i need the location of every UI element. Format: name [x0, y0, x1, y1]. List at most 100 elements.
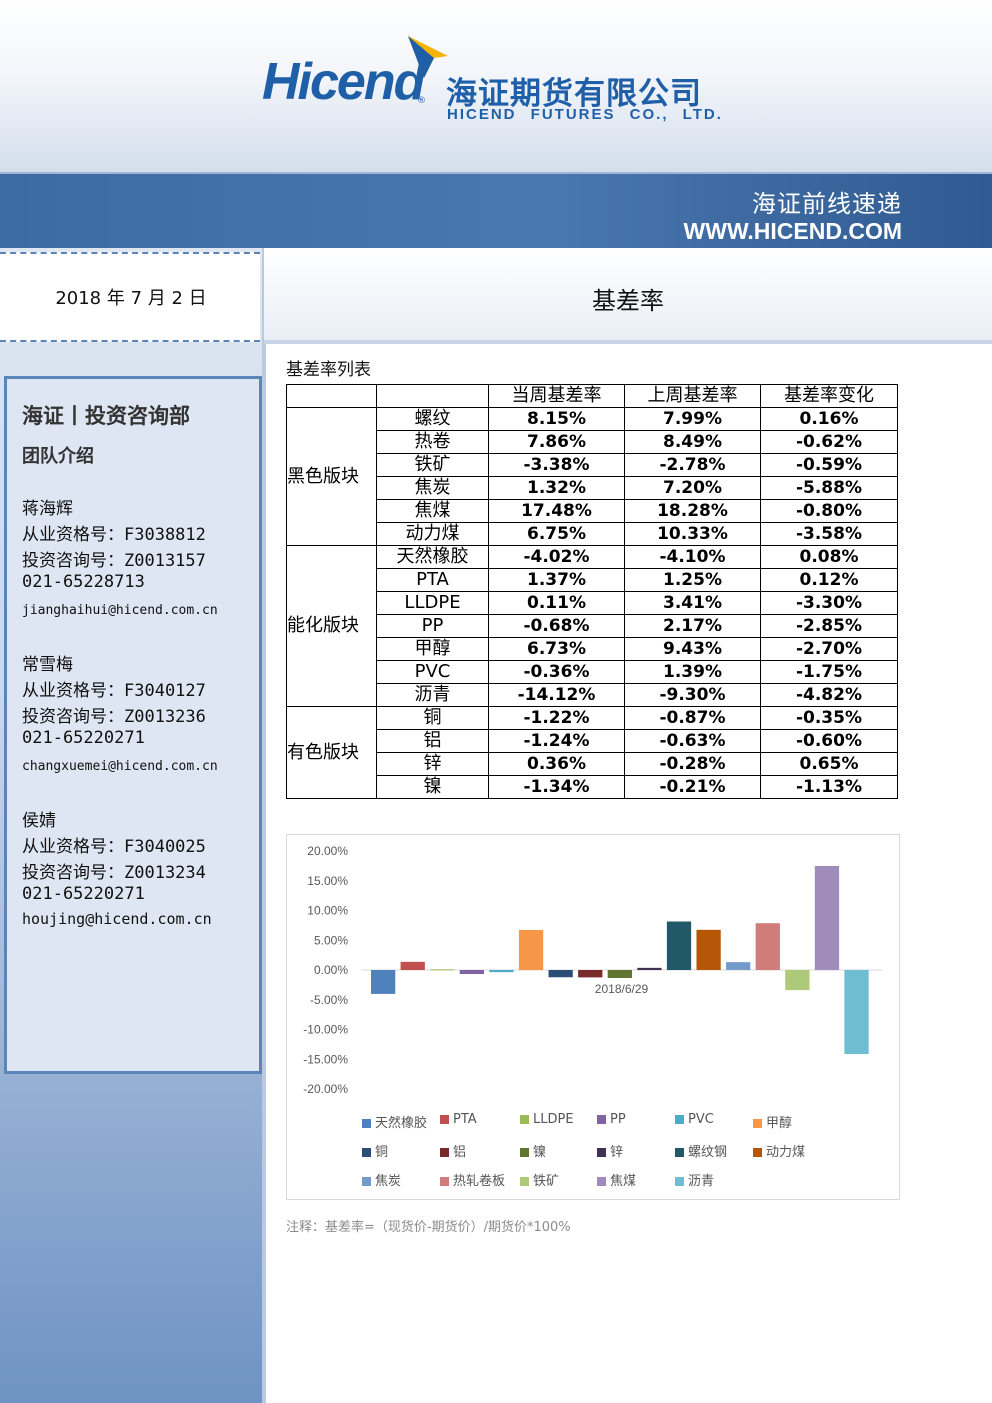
page-title: 基差率 [592, 287, 664, 315]
team-member: 蒋海辉 从业资格号：F3038812 投资咨询号：Z0013157 021-65… [22, 494, 218, 624]
previous-rate-cell: -4.10% [624, 545, 761, 569]
member-phone: 021-65220271 [22, 728, 145, 748]
banner-title: 海证前线速递 [752, 190, 902, 218]
legend-swatch [675, 1115, 684, 1124]
previous-rate-cell: 2.17% [624, 614, 761, 638]
product-cell: PVC [376, 660, 489, 684]
current-rate-cell: -0.68% [488, 614, 625, 638]
current-rate-cell: 1.37% [488, 568, 625, 592]
legend-item: 镍 [520, 1141, 546, 1160]
website-link[interactable]: WWW.HICEND.COM [684, 218, 902, 245]
table-row: 有色版块铜 -1.22% -0.87% -0.35% [286, 706, 898, 799]
legend-item: 螺纹钢 [675, 1141, 727, 1160]
legend-item: PTA [440, 1112, 477, 1127]
legend-label: 焦炭 [375, 1174, 402, 1189]
member-phone: 021-65220271 [22, 884, 145, 904]
previous-rate-cell: -0.28% [624, 752, 761, 776]
product-cell: 铁矿 [376, 453, 489, 477]
legend-item: 铁矿 [520, 1170, 559, 1189]
report-date: 2018 年 7 月 2 日 [55, 288, 207, 309]
legend-label: 铁矿 [533, 1174, 560, 1189]
table-label: 基差率列表 [286, 360, 371, 380]
legend-label: 螺纹钢 [688, 1145, 728, 1160]
previous-rate-cell: -0.21% [624, 775, 761, 799]
product-cell: 镍 [376, 775, 489, 799]
legend-label: 锌 [610, 1145, 624, 1160]
member-email[interactable]: jianghaihui@hicend.com.cn [22, 598, 218, 624]
legend-label: PVC [688, 1112, 714, 1127]
product-cell: 动力煤 [376, 522, 489, 546]
legend-label: 铜 [375, 1145, 389, 1160]
table-row: 焦炭 1.32% 7.20% -5.88% [287, 476, 898, 500]
legend-item: 铝 [440, 1141, 466, 1160]
previous-rate-cell: 7.20% [624, 476, 761, 500]
rate-change-cell: -0.60% [760, 729, 898, 753]
table-row: 黑色版块 螺纹 8.15% 7.99% 0.16% [286, 407, 898, 546]
legend-label: 甲醇 [766, 1116, 793, 1131]
legend-swatch [362, 1148, 371, 1157]
legend-label: 天然橡胶 [375, 1116, 428, 1131]
legend-label: 动力煤 [766, 1145, 806, 1160]
table-row: 甲醇 6.73% 9.43% -2.70% [287, 637, 898, 661]
company-logo: Hicend [262, 53, 425, 111]
rate-change-cell: -0.59% [760, 453, 898, 477]
member-invest-id: 投资咨询号：Z0013157 [22, 551, 206, 571]
product-cell: 天然橡胶 [376, 545, 489, 569]
member-email[interactable]: changxuemei@hicend.com.cn [22, 754, 218, 780]
current-rate-cell: 8.15% [488, 407, 625, 431]
rate-change-cell: -3.30% [760, 591, 898, 615]
rate-change-cell: -2.85% [760, 614, 898, 638]
current-rate-cell: -0.36% [488, 660, 625, 684]
product-cell: PTA [376, 568, 489, 592]
product-cell: 铝 [376, 729, 489, 753]
legend-swatch [520, 1115, 529, 1124]
product-cell: 沥青 [376, 683, 489, 707]
table-row: 焦煤 17.48% 18.28% -0.80% [287, 499, 898, 523]
legend-item: 热轧卷板 [440, 1170, 505, 1189]
rate-change-cell: 0.12% [760, 568, 898, 592]
legend-swatch [597, 1115, 606, 1124]
legend-swatch [362, 1119, 371, 1128]
current-rate-cell: 6.73% [488, 637, 625, 661]
table-row: 沥青 -14.12% -9.30% -4.82% [287, 683, 898, 707]
legend-label: 热轧卷板 [453, 1174, 506, 1189]
member-qualification: 从业资格号：F3038812 [22, 525, 206, 545]
table-row: PVC -0.36% 1.39% -1.75% [287, 660, 898, 684]
member-invest-id: 投资咨询号：Z0013234 [22, 863, 206, 883]
current-rate-cell: 0.36% [488, 752, 625, 776]
rate-change-cell: -0.62% [760, 430, 898, 454]
company-name-en: HICEND FUTURES CO., LTD. [447, 106, 723, 123]
member-name: 侯婧 [22, 811, 56, 831]
rate-change-cell: -2.70% [760, 637, 898, 661]
legend-swatch [520, 1177, 529, 1186]
legend-swatch [753, 1148, 762, 1157]
table-row: 动力煤 6.75% 10.33% -3.58% [287, 522, 898, 546]
previous-rate-cell: 10.33% [624, 522, 761, 546]
product-cell: PP [376, 614, 489, 638]
current-rate-cell: -1.34% [488, 775, 625, 799]
previous-rate-cell: 9.43% [624, 637, 761, 661]
team-subheading: 团队介绍 [22, 446, 94, 467]
previous-rate-cell: 1.25% [624, 568, 761, 592]
table-row: 能化版块 天然橡胶 -4.02% -4.10% 0.08% [286, 545, 898, 707]
current-rate-cell: -1.24% [488, 729, 625, 753]
header-previous: 上周基差率 [624, 384, 761, 408]
logo-wing-icon [408, 36, 448, 78]
footnote: 注释：基差率=（现货价-期货价）/期货价*100% [286, 1220, 571, 1235]
legend-item: 动力煤 [753, 1141, 805, 1160]
chart-legend: 天然橡胶 PTA LLDPE PP PVC 甲醇铜 铝 镍 锌 螺纹钢 动力煤 焦炭 热轧卷板 铁矿 焦煤 沥… [286, 834, 898, 1198]
rate-change-cell: 0.65% [760, 752, 898, 776]
table-row: 镍 -1.34% -0.21% -1.13% [287, 775, 898, 799]
header-blank [286, 384, 377, 408]
legend-swatch [440, 1115, 449, 1124]
rate-change-cell: 0.08% [760, 545, 898, 569]
rate-change-cell: -3.58% [760, 522, 898, 546]
member-email[interactable]: houjing@hicend.com.cn [22, 910, 212, 936]
legend-item: 焦炭 [362, 1170, 401, 1189]
legend-item: PVC [675, 1112, 714, 1127]
previous-rate-cell: 1.39% [624, 660, 761, 684]
section-label: 有色版块 [286, 706, 377, 799]
previous-rate-cell: 7.99% [624, 407, 761, 431]
member-name: 蒋海辉 [22, 499, 73, 519]
legend-item: 甲醇 [753, 1112, 792, 1131]
